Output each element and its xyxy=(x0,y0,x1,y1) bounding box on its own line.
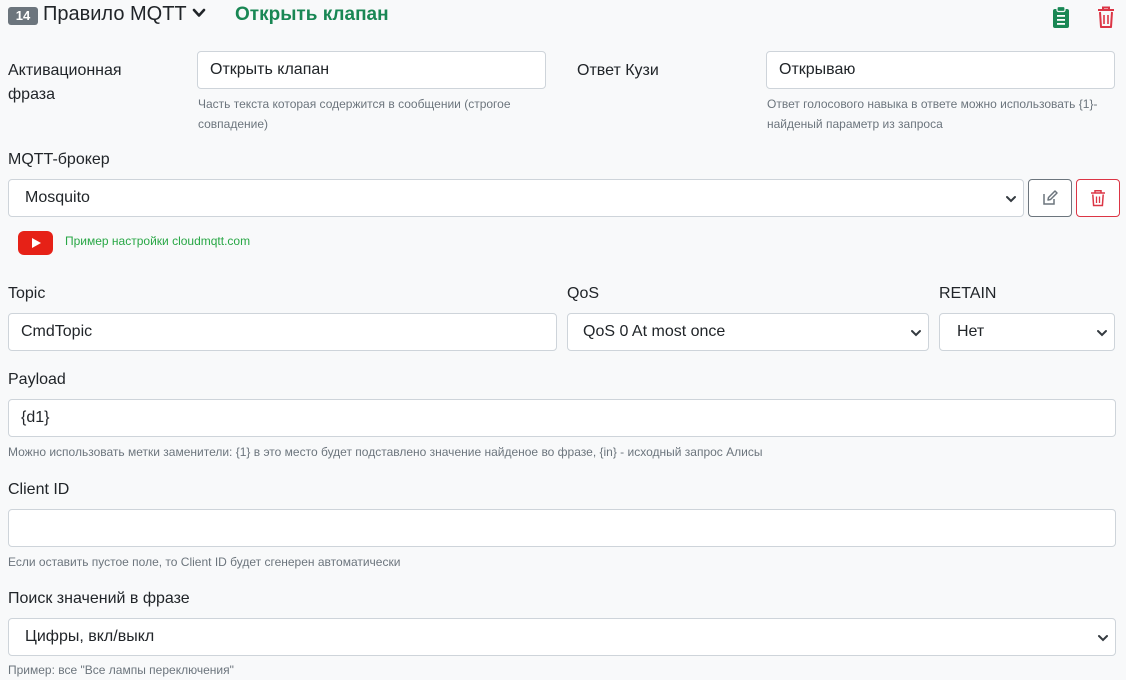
youtube-icon[interactable] xyxy=(18,231,53,255)
chevron-down-icon xyxy=(1097,330,1107,337)
chevron-down-icon xyxy=(1006,196,1016,203)
search-values-label: Поиск значений в фразе xyxy=(8,590,190,607)
broker-label: MQTT-брокер xyxy=(8,151,110,168)
search-values-selected: Цифры, вкл/выкл xyxy=(25,628,155,645)
delete-broker-button[interactable] xyxy=(1076,179,1120,217)
client-id-input[interactable] xyxy=(8,509,1116,547)
topic-label: Topic xyxy=(8,285,46,302)
chevron-down-icon xyxy=(911,330,921,337)
answer-input[interactable]: Открываю xyxy=(766,51,1115,89)
payload-input[interactable]: {d1} xyxy=(8,399,1116,437)
trash-icon xyxy=(1091,190,1105,207)
retain-select[interactable]: Нет xyxy=(939,313,1115,351)
broker-selected-value: Mosquito xyxy=(25,189,90,206)
trash-icon[interactable] xyxy=(1095,5,1117,29)
retain-label: RETAIN xyxy=(939,285,997,302)
edit-icon xyxy=(1043,190,1058,205)
chevron-down-icon xyxy=(1098,635,1108,642)
qos-selected-value: QoS 0 At most once xyxy=(583,323,726,340)
rule-title: Правило MQTT xyxy=(43,3,187,25)
chevron-down-icon[interactable] xyxy=(192,6,206,20)
payload-help: Можно использовать метки заменители: {1}… xyxy=(8,445,763,459)
topic-input[interactable]: CmdTopic xyxy=(8,313,557,351)
client-id-label: Client ID xyxy=(8,481,70,498)
answer-label: Ответ Кузи xyxy=(577,62,659,79)
qos-select[interactable]: QoS 0 At most once xyxy=(567,313,929,351)
payload-label: Payload xyxy=(8,371,66,388)
answer-help: Ответ голосового навыка в ответе можно и… xyxy=(767,97,1098,131)
search-values-help: Пример: все "Все лампы переключения" xyxy=(8,663,234,677)
activation-phrase-label: Активационная фраза xyxy=(8,62,122,103)
search-values-select[interactable]: Цифры, вкл/выкл xyxy=(8,618,1116,656)
rule-phrase: Открыть клапан xyxy=(235,4,389,25)
broker-select[interactable]: Mosquito xyxy=(8,179,1024,217)
edit-broker-button[interactable] xyxy=(1028,179,1072,217)
rule-number-badge: 14 xyxy=(8,7,38,25)
clipboard-icon[interactable] xyxy=(1050,5,1072,29)
broker-example-link[interactable]: Пример настройки cloudmqtt.com xyxy=(65,234,250,248)
qos-label: QoS xyxy=(567,285,600,302)
retain-selected-value: Нет xyxy=(957,323,985,340)
activation-phrase-help: Часть текста которая содержится в сообще… xyxy=(198,97,511,131)
activation-phrase-input[interactable]: Открыть клапан xyxy=(197,51,546,89)
client-id-help: Если оставить пустое поле, то Client ID … xyxy=(8,555,401,569)
